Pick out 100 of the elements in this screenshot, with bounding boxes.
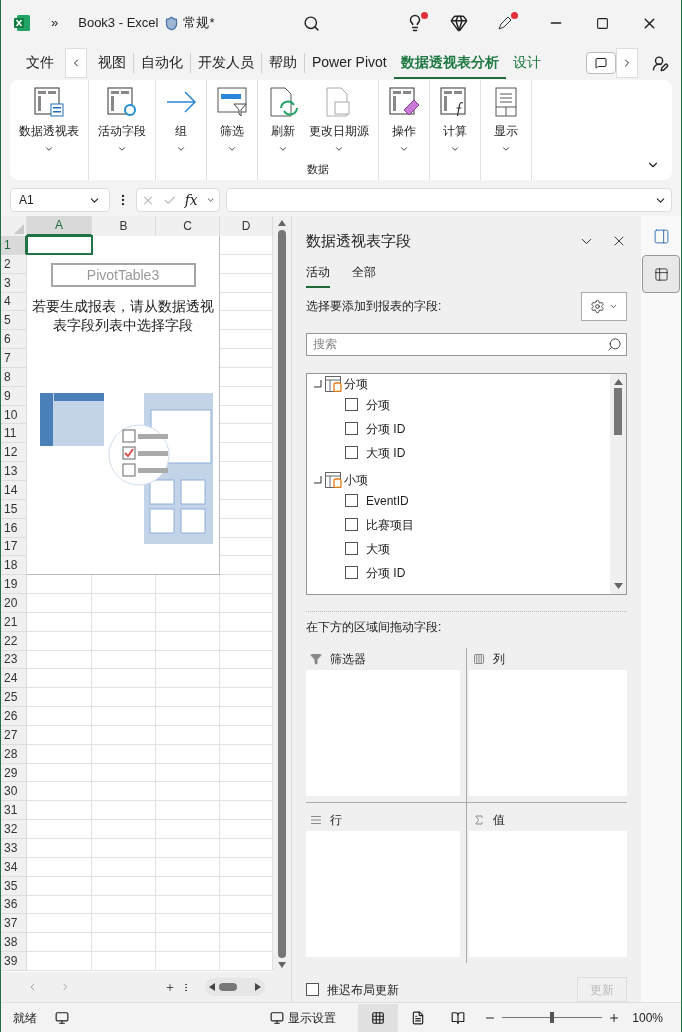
caret-icon[interactable] bbox=[205, 195, 215, 205]
comments-button[interactable] bbox=[585, 52, 616, 74]
tools-button[interactable] bbox=[581, 291, 627, 321]
checkbox[interactable] bbox=[345, 398, 358, 411]
panel-icon[interactable] bbox=[652, 228, 670, 245]
row-header[interactable]: 32 bbox=[1, 820, 27, 839]
ribbon-command-button[interactable]: 显示 bbox=[485, 86, 527, 180]
scroll-down-icon[interactable] bbox=[613, 583, 623, 589]
grid-cell[interactable] bbox=[156, 933, 220, 953]
row-header[interactable]: 7 bbox=[1, 349, 27, 368]
field-list-scrollbar[interactable] bbox=[610, 373, 626, 594]
grid-cell[interactable] bbox=[156, 914, 220, 934]
ribbon-tab[interactable]: 自动化 bbox=[134, 47, 190, 79]
row-header[interactable]: 5 bbox=[1, 311, 27, 331]
grid-cell[interactable] bbox=[92, 763, 156, 783]
checkbox[interactable] bbox=[345, 542, 358, 555]
grid-cell[interactable] bbox=[156, 744, 220, 764]
grid-cell[interactable] bbox=[27, 669, 92, 689]
grid-cell[interactable] bbox=[156, 594, 220, 613]
checkbox[interactable] bbox=[345, 566, 358, 579]
drop-zone[interactable] bbox=[468, 831, 627, 957]
grid-cell[interactable] bbox=[27, 820, 92, 839]
grid-cell[interactable] bbox=[156, 782, 220, 802]
grid-cell[interactable] bbox=[92, 594, 156, 613]
grid-cell[interactable] bbox=[27, 933, 92, 953]
grid-cell[interactable] bbox=[92, 895, 156, 915]
grid-cell[interactable] bbox=[156, 650, 220, 670]
field-name[interactable]: 分项 ID bbox=[366, 419, 406, 438]
name-box[interactable]: A1 bbox=[10, 188, 110, 212]
scroll-down-icon[interactable] bbox=[278, 962, 286, 968]
field-name[interactable]: 分项 bbox=[366, 395, 390, 414]
search-field[interactable]: 搜索 bbox=[306, 332, 627, 356]
grid-cell[interactable] bbox=[156, 801, 220, 821]
grid-cell[interactable] bbox=[156, 895, 220, 915]
field-name[interactable]: 分项 ID bbox=[366, 563, 406, 582]
scroll-up-icon[interactable] bbox=[278, 220, 286, 226]
field-name[interactable]: 大项 ID bbox=[366, 443, 406, 462]
row-header[interactable]: 38 bbox=[1, 933, 27, 953]
search-icon[interactable] bbox=[302, 14, 320, 32]
row-header[interactable]: 31 bbox=[1, 801, 27, 821]
ribbon-command-button[interactable]: 活动字段 bbox=[93, 86, 151, 180]
grid-cell[interactable] bbox=[156, 839, 220, 858]
grid-cell[interactable] bbox=[156, 876, 220, 896]
checkbox[interactable] bbox=[345, 446, 358, 459]
grid-cell[interactable] bbox=[27, 782, 92, 802]
zoom-slider[interactable] bbox=[502, 1011, 603, 1024]
collapse-icon[interactable] bbox=[314, 379, 322, 388]
ribbon-command-button[interactable]: 组 bbox=[160, 86, 202, 180]
diamond-icon[interactable] bbox=[449, 14, 468, 32]
ribbon-tab[interactable]: 数据透视表分析 bbox=[393, 47, 506, 79]
ribbon-tab[interactable]: 帮助 bbox=[262, 47, 304, 79]
share-icon[interactable] bbox=[651, 54, 669, 72]
grid-cell[interactable] bbox=[92, 612, 156, 632]
grid-cell[interactable] bbox=[27, 612, 92, 632]
row-header[interactable]: 26 bbox=[1, 707, 27, 726]
insert-function-button[interactable]: fx bbox=[184, 189, 198, 211]
search-icon[interactable] bbox=[607, 336, 622, 352]
grid-cell[interactable] bbox=[92, 933, 156, 953]
row-header[interactable]: 18 bbox=[1, 556, 27, 576]
ribbon-tab[interactable]: Power Pivot bbox=[305, 47, 394, 79]
table-name[interactable]: 分项 bbox=[344, 374, 368, 393]
ribbon-tab[interactable]: 开发人员 bbox=[191, 47, 261, 79]
grid-cell[interactable] bbox=[27, 707, 92, 726]
zoom-thumb[interactable] bbox=[550, 1012, 555, 1023]
checkbox[interactable] bbox=[345, 518, 358, 531]
grid-cell[interactable] bbox=[92, 952, 156, 971]
row-header[interactable]: 11 bbox=[1, 424, 27, 444]
grid-cell[interactable] bbox=[27, 650, 92, 670]
grid-cell[interactable] bbox=[156, 952, 220, 971]
row-header[interactable]: 1 bbox=[1, 236, 27, 255]
row-header[interactable]: 19 bbox=[1, 575, 27, 595]
checkbox[interactable] bbox=[306, 983, 319, 996]
grid-cell[interactable] bbox=[156, 631, 220, 651]
normal-view-button[interactable] bbox=[358, 1003, 399, 1032]
grid-cell[interactable] bbox=[156, 725, 220, 745]
field-list-toggle[interactable] bbox=[642, 255, 680, 293]
column-header[interactable]: A bbox=[27, 216, 92, 236]
formula-input[interactable] bbox=[226, 188, 672, 212]
grid-cell[interactable] bbox=[92, 820, 156, 839]
grid-cell[interactable] bbox=[27, 952, 92, 971]
grid-cell[interactable] bbox=[92, 707, 156, 726]
grid-cell[interactable] bbox=[156, 763, 220, 783]
ribbon-command-button[interactable]: 操作 bbox=[383, 86, 425, 180]
grid-cell[interactable] bbox=[156, 857, 220, 877]
grid-cell[interactable] bbox=[27, 895, 92, 915]
grid-cell[interactable] bbox=[156, 688, 220, 708]
grid-cell[interactable] bbox=[92, 725, 156, 745]
row-header[interactable]: 37 bbox=[1, 914, 27, 934]
row-header[interactable]: 30 bbox=[1, 782, 27, 802]
ribbon-tab[interactable]: 设计 bbox=[505, 47, 548, 79]
scroll-up-icon[interactable] bbox=[613, 378, 623, 385]
scrollbar-thumb[interactable] bbox=[218, 983, 237, 991]
grid-cell[interactable] bbox=[92, 857, 156, 877]
ribbon-command-button[interactable]: 刷新 bbox=[262, 86, 304, 161]
grid-cell[interactable] bbox=[92, 650, 156, 670]
row-header[interactable]: 6 bbox=[1, 330, 27, 350]
row-header[interactable]: 33 bbox=[1, 839, 27, 858]
ribbon-command-button[interactable]: 数据透视表 bbox=[14, 86, 84, 180]
grid-cell[interactable] bbox=[156, 612, 220, 632]
selected-cell[interactable] bbox=[26, 235, 93, 255]
